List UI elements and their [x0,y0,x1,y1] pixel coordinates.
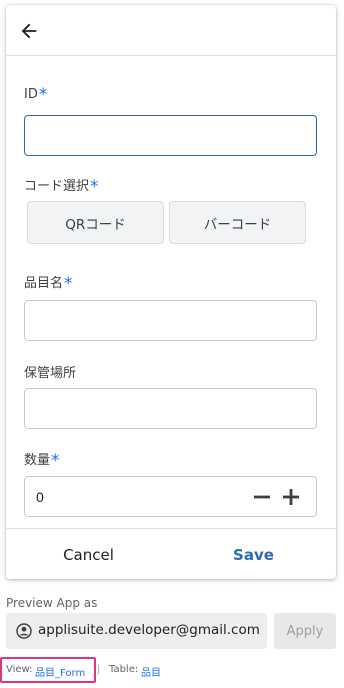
item-name-input[interactable] [24,300,317,341]
form-body: ID* コード選択* QRコード バーコード 品目名* 保管場所 数量* 0 [6,56,336,528]
table-link[interactable]: 品目 [141,664,161,679]
top-bar [6,5,336,56]
storage-location-input[interactable] [24,388,317,429]
required-marker: * [64,274,73,294]
form-card: ID* コード選択* QRコード バーコード 品目名* 保管場所 数量* 0 C… [6,5,336,579]
view-link[interactable]: 品目_Form [35,664,85,679]
preview-app-label: Preview App as [6,596,98,610]
footer-separator: | [97,664,101,675]
preview-user-email: applisuite.developer@gmail.com [38,622,260,638]
required-marker: * [90,177,99,197]
save-button[interactable]: Save [171,529,336,579]
arrow-left-icon[interactable] [18,20,40,42]
code-select-label: コード選択* [24,177,99,197]
view-table-info: View: 品目_Form | Table: 品目 [0,657,344,683]
table-label: Table: [109,664,139,675]
id-input[interactable] [24,115,317,156]
account-circle-icon [16,623,32,639]
plus-icon[interactable] [282,488,300,506]
action-bar: Cancel Save [6,528,336,579]
barcode-option[interactable]: バーコード [169,201,306,244]
preview-user-select[interactable]: applisuite.developer@gmail.com [6,613,267,649]
quantity-value[interactable]: 0 [36,489,44,505]
required-marker: * [38,85,48,105]
quantity-stepper[interactable]: 0 [24,476,317,517]
cancel-button[interactable]: Cancel [6,529,171,579]
item-name-label: 品目名* [24,274,73,294]
quantity-label: 数量* [24,451,60,471]
view-label: View: [6,664,33,675]
required-marker: * [51,451,60,471]
storage-location-label: 保管場所 [24,366,77,381]
id-label: ID* [24,85,48,105]
apply-button[interactable]: Apply [274,613,336,649]
minus-icon[interactable] [253,488,271,506]
qr-code-option[interactable]: QRコード [27,201,164,244]
